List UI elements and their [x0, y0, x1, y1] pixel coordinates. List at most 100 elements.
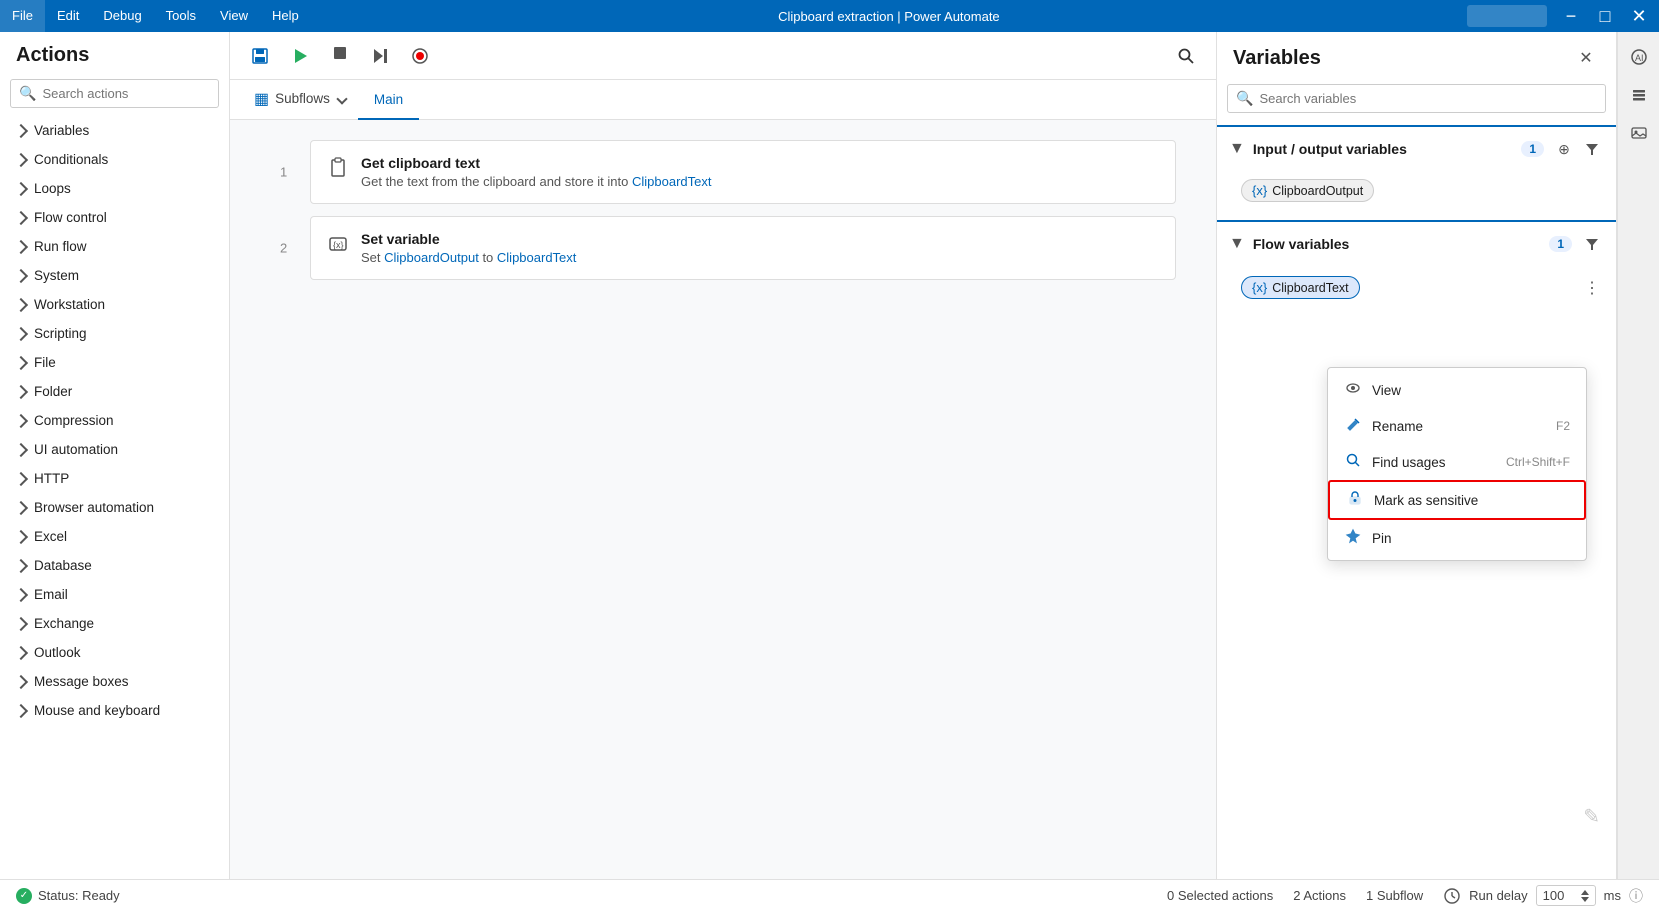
action-item-compression[interactable]: Compression: [0, 406, 229, 435]
menu-bar[interactable]: File Edit Debug Tools View Help: [0, 0, 311, 32]
flow-content: 1 Get clipboard text Get the text from t…: [230, 120, 1216, 879]
menu-help[interactable]: Help: [260, 0, 311, 32]
stop-button[interactable]: [322, 38, 358, 74]
action-item-label: File: [34, 355, 56, 370]
run-delay-stepper[interactable]: [1581, 890, 1589, 902]
action-item-browser-automation[interactable]: Browser automation: [0, 493, 229, 522]
ctx-rename[interactable]: Rename F2: [1328, 408, 1586, 444]
action-item-system[interactable]: System: [0, 261, 229, 290]
action-item-file[interactable]: File: [0, 348, 229, 377]
io-section-header[interactable]: ▼ Input / output variables 1 ⊕: [1217, 127, 1616, 171]
step-next-button[interactable]: [362, 38, 398, 74]
strip-copilot-button[interactable]: AI: [1622, 40, 1656, 74]
menu-view[interactable]: View: [208, 0, 260, 32]
ctx-find-usages[interactable]: Find usages Ctrl+Shift+F: [1328, 444, 1586, 480]
action-item-message-boxes[interactable]: Message boxes: [0, 667, 229, 696]
play-button[interactable]: [282, 38, 318, 74]
strip-layers-button[interactable]: [1622, 78, 1656, 112]
actions-panel: Actions 🔍 Variables Conditionals Loops F…: [0, 32, 230, 879]
action-item-label: Browser automation: [34, 500, 154, 515]
close-button[interactable]: ✕: [1623, 0, 1655, 32]
action-item-folder[interactable]: Folder: [0, 377, 229, 406]
flow-step-wrapper-1: 1 Get clipboard text Get the text from t…: [310, 140, 1176, 204]
save-button[interactable]: [242, 38, 278, 74]
flow-section-header[interactable]: ▼ Flow variables 1: [1217, 222, 1616, 266]
clipboard-text-menu-button[interactable]: ⋮: [1580, 276, 1604, 300]
menu-tools[interactable]: Tools: [154, 0, 208, 32]
action-item-run-flow[interactable]: Run flow: [0, 232, 229, 261]
action-item-label: Scripting: [34, 326, 87, 341]
step-2-to-text: to: [482, 250, 493, 265]
action-item-label: Outlook: [34, 645, 81, 660]
status-text: Status: Ready: [38, 888, 120, 903]
step-1-link[interactable]: ClipboardText: [632, 174, 712, 189]
ctx-mark-sensitive[interactable]: Mark as sensitive: [1328, 480, 1586, 520]
action-item-label: Mouse and keyboard: [34, 703, 160, 718]
chevron-right-icon: [14, 529, 28, 543]
action-item-workstation[interactable]: Workstation: [0, 290, 229, 319]
search-flow-button[interactable]: [1168, 38, 1204, 74]
action-item-label: Run flow: [34, 239, 87, 254]
chevron-right-icon: [14, 413, 28, 427]
pin-icon: [1344, 528, 1362, 548]
actions-count-text: 2 Actions: [1293, 888, 1346, 903]
ctx-sensitive-label: Mark as sensitive: [1374, 493, 1568, 508]
action-item-mouse-keyboard[interactable]: Mouse and keyboard: [0, 696, 229, 725]
run-delay-value: 100: [1543, 888, 1565, 903]
main-tab[interactable]: Main: [358, 80, 419, 120]
flow-filter-button[interactable]: [1580, 232, 1604, 256]
app-body: Actions 🔍 Variables Conditionals Loops F…: [0, 32, 1659, 879]
ctx-find-usages-shortcut: Ctrl+Shift+F: [1506, 455, 1570, 469]
action-item-label: Conditionals: [34, 152, 108, 167]
step-2-link2[interactable]: ClipboardText: [497, 250, 577, 265]
action-item-variables[interactable]: Variables: [0, 116, 229, 145]
subflow-count-text: 1 Subflow: [1366, 888, 1423, 903]
io-add-button[interactable]: ⊕: [1552, 137, 1576, 161]
action-item-http[interactable]: HTTP: [0, 464, 229, 493]
run-delay-down-button[interactable]: [1581, 897, 1589, 902]
strip-image-button[interactable]: [1622, 116, 1656, 150]
window-controls[interactable]: − □ ✕: [1555, 0, 1655, 32]
variables-search-input[interactable]: [1259, 91, 1597, 106]
minimize-button[interactable]: −: [1555, 0, 1587, 32]
ctx-view[interactable]: View: [1328, 372, 1586, 408]
action-item-label: Compression: [34, 413, 114, 428]
clipboard-text-chip[interactable]: {x} ClipboardText: [1241, 276, 1360, 299]
action-item-flow-control[interactable]: Flow control: [0, 203, 229, 232]
run-delay-input[interactable]: 100: [1536, 885, 1596, 906]
maximize-button[interactable]: □: [1589, 0, 1621, 32]
subflows-tab[interactable]: ▦ Subflows: [242, 80, 358, 120]
step-1-desc: Get the text from the clipboard and stor…: [361, 174, 1159, 189]
flow-step-wrapper-2: 2 {x} Set variable Set ClipboardOu: [310, 216, 1176, 280]
chevron-right-icon: [14, 384, 28, 398]
action-item-conditionals[interactable]: Conditionals: [0, 145, 229, 174]
variables-title: Variables: [1233, 47, 1321, 70]
step-2-set-text: Set: [361, 250, 381, 265]
action-item-scripting[interactable]: Scripting: [0, 319, 229, 348]
flow-step-2[interactable]: {x} Set variable Set ClipboardOutput to: [310, 216, 1176, 280]
action-item-database[interactable]: Database: [0, 551, 229, 580]
menu-edit[interactable]: Edit: [45, 0, 91, 32]
actions-search-box[interactable]: 🔍: [10, 79, 219, 108]
chip-variable-icon-2: {x}: [1252, 280, 1267, 295]
action-item-outlook[interactable]: Outlook: [0, 638, 229, 667]
record-button[interactable]: [402, 38, 438, 74]
action-item-excel[interactable]: Excel: [0, 522, 229, 551]
flow-step-1[interactable]: Get clipboard text Get the text from the…: [310, 140, 1176, 204]
io-filter-button[interactable]: [1580, 137, 1604, 161]
action-item-exchange[interactable]: Exchange: [0, 609, 229, 638]
search-input[interactable]: [42, 86, 210, 101]
action-item-email[interactable]: Email: [0, 580, 229, 609]
clipboard-output-chip[interactable]: {x} ClipboardOutput: [1241, 179, 1374, 202]
ctx-pin[interactable]: Pin: [1328, 520, 1586, 556]
menu-file[interactable]: File: [0, 0, 45, 32]
action-item-loops[interactable]: Loops: [0, 174, 229, 203]
menu-debug[interactable]: Debug: [91, 0, 153, 32]
variables-search-box[interactable]: 🔍: [1227, 84, 1606, 113]
run-delay-info-icon[interactable]: ⓘ: [1629, 886, 1643, 906]
action-item-label: Workstation: [34, 297, 105, 312]
action-item-label: UI automation: [34, 442, 118, 457]
variables-close-button[interactable]: ✕: [1572, 44, 1600, 72]
step-2-link1[interactable]: ClipboardOutput: [384, 250, 479, 265]
action-item-ui-automation[interactable]: UI automation: [0, 435, 229, 464]
